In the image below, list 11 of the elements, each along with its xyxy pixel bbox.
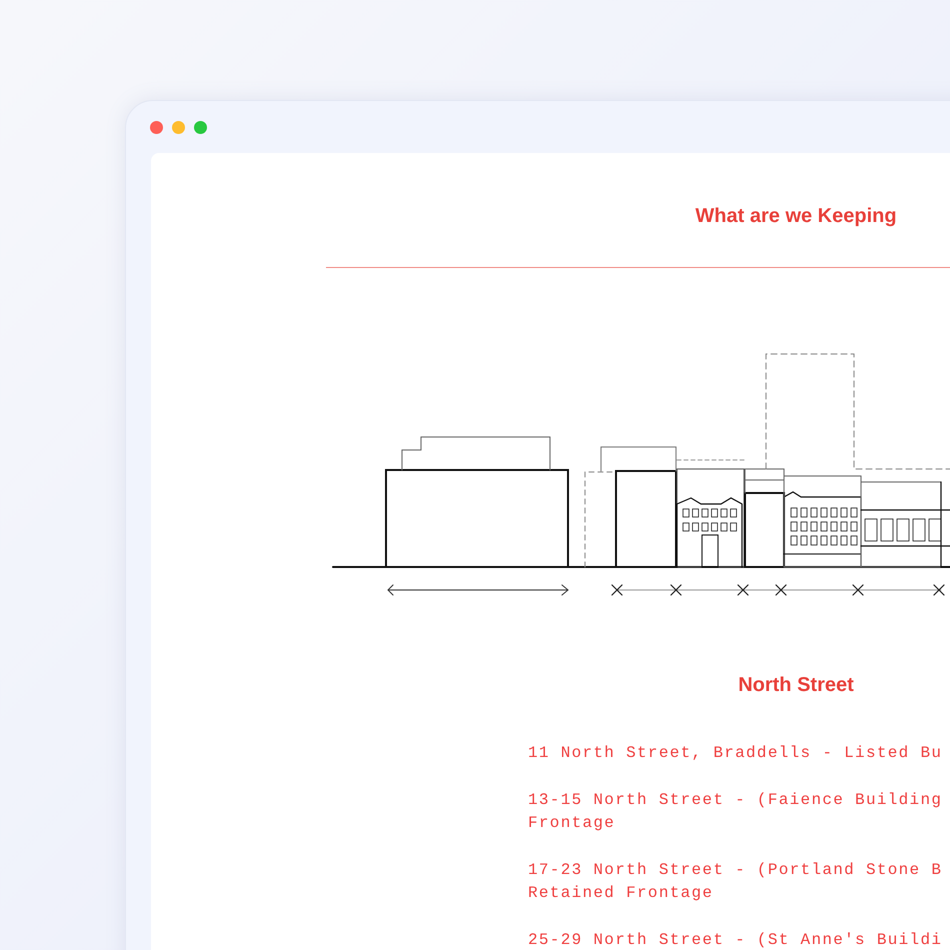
list-item-text: Frontage bbox=[528, 813, 616, 834]
page-heading: What are we Keeping bbox=[695, 204, 897, 229]
close-icon[interactable] bbox=[150, 121, 163, 134]
list-item-text: 25-29 North Street - (St Anne's Buildi bbox=[528, 930, 944, 950]
zoom-icon[interactable] bbox=[194, 121, 207, 134]
list-item-text: 11 North Street, Braddells - Listed Bu bbox=[528, 743, 944, 764]
minimize-icon[interactable] bbox=[172, 121, 185, 134]
list-item-text: 13-15 North Street - (Faience Building bbox=[528, 790, 944, 811]
section-title: North Street bbox=[738, 673, 854, 698]
list-item-text: Retained Frontage bbox=[528, 883, 714, 904]
list-item-text: 17-23 North Street - (Portland Stone B bbox=[528, 860, 944, 881]
